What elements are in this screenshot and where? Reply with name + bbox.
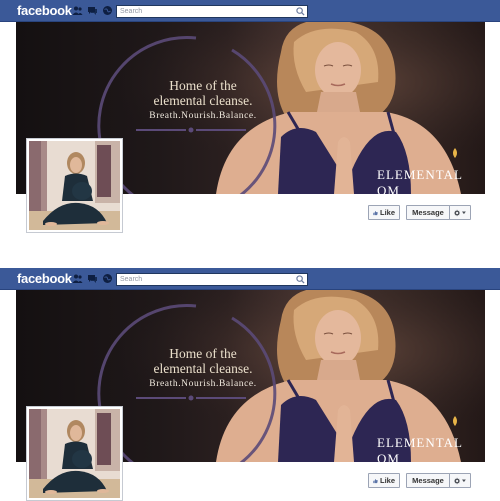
search-placeholder: Search — [120, 8, 143, 15]
profile-picture[interactable] — [26, 138, 123, 233]
brand-wordmark: ELEMENTAL OM — [377, 435, 463, 462]
cover-tagline: Breath.Nourish.Balance. — [149, 379, 257, 389]
page-actions-menu[interactable] — [449, 205, 471, 220]
headline-line-1: Home of the — [169, 346, 237, 361]
headline-line-2: elemental cleanse. — [153, 93, 253, 108]
gear-icon — [454, 477, 461, 484]
like-button[interactable]: Like — [368, 205, 400, 220]
search-icon[interactable] — [296, 7, 305, 16]
message-button[interactable]: Message — [406, 473, 450, 488]
message-label: Message — [412, 476, 444, 485]
notifications-globe-icon[interactable] — [102, 273, 113, 284]
thumbs-up-icon — [373, 478, 378, 483]
chevron-down-icon — [462, 210, 466, 214]
page-actions-menu[interactable] — [449, 473, 471, 488]
thumbs-up-icon — [373, 210, 378, 215]
search-icon[interactable] — [296, 275, 305, 284]
like-label: Like — [379, 208, 395, 217]
messages-icon[interactable] — [87, 273, 98, 284]
cover-tagline: Breath.Nourish.Balance. — [149, 111, 257, 121]
chevron-down-icon — [462, 478, 466, 482]
facebook-page-mockup-1: facebook Search Home of the elemental cl… — [0, 0, 500, 233]
search-input[interactable]: Search — [116, 5, 308, 18]
like-label: Like — [379, 476, 395, 485]
facebook-page-mockup-2: facebook Search Home of the elemental cl… — [0, 268, 500, 501]
notification-jewels — [72, 5, 113, 16]
message-button[interactable]: Message — [406, 205, 450, 220]
headline-line-1: Home of the — [169, 78, 237, 93]
facebook-top-bar: facebook Search — [0, 268, 500, 290]
cover-headline: Home of the elemental cleanse. — [126, 346, 280, 376]
profile-photo-art — [29, 409, 120, 498]
cover-headline: Home of the elemental cleanse. — [126, 78, 280, 108]
search-input[interactable]: Search — [116, 273, 308, 286]
headline-line-2: elemental cleanse. — [153, 361, 253, 376]
notification-jewels — [72, 273, 113, 284]
profile-picture[interactable] — [26, 406, 123, 501]
facebook-logo[interactable]: facebook — [17, 3, 72, 18]
gear-icon — [454, 209, 461, 216]
like-button[interactable]: Like — [368, 473, 400, 488]
message-label: Message — [412, 208, 444, 217]
friend-requests-icon[interactable] — [72, 273, 83, 284]
facebook-logo[interactable]: facebook — [17, 271, 72, 286]
brand-wordmark: ELEMENTAL OM — [377, 167, 463, 194]
notifications-globe-icon[interactable] — [102, 5, 113, 16]
profile-photo-art — [29, 141, 120, 230]
messages-icon[interactable] — [87, 5, 98, 16]
search-placeholder: Search — [120, 276, 143, 283]
facebook-top-bar: facebook Search — [0, 0, 500, 22]
friend-requests-icon[interactable] — [72, 5, 83, 16]
